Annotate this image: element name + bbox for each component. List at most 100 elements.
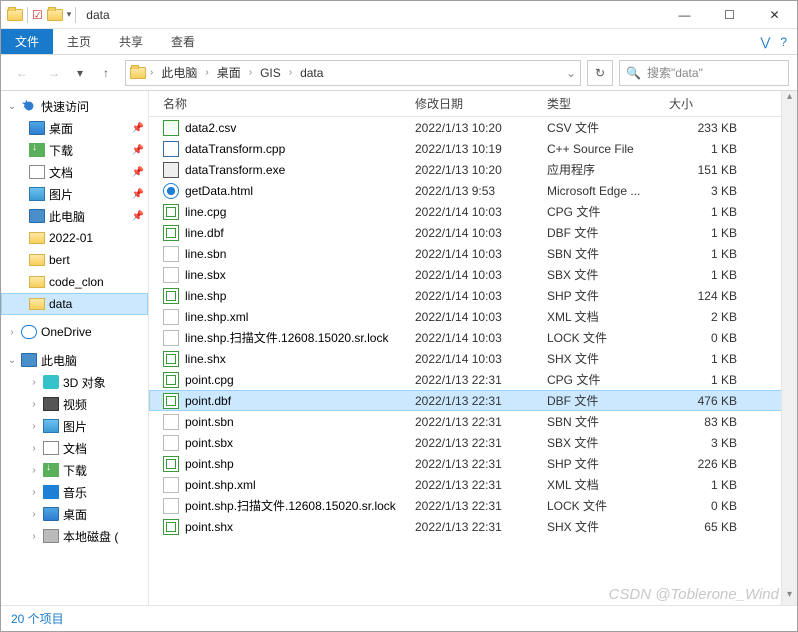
sidebar-item[interactable]: 2022-01 — [1, 227, 148, 249]
file-row[interactable]: point.shp 2022/1/13 22:31 SHP 文件 226 KB — [149, 453, 797, 474]
chevron-right-icon[interactable]: › — [29, 377, 39, 388]
file-row[interactable]: dataTransform.cpp 2022/1/13 10:19 C++ So… — [149, 138, 797, 159]
file-row[interactable]: line.shp.xml 2022/1/14 10:03 XML 文档 2 KB — [149, 306, 797, 327]
address-bar[interactable]: › 此电脑 › 桌面 › GIS › data ⌄ — [125, 60, 581, 86]
file-row[interactable]: point.shp.扫描文件.12608.15020.sr.lock 2022/… — [149, 495, 797, 516]
breadcrumb-item[interactable]: data — [296, 64, 327, 82]
file-row[interactable]: point.cpg 2022/1/13 22:31 CPG 文件 1 KB — [149, 369, 797, 390]
file-row[interactable]: line.sbn 2022/1/14 10:03 SBN 文件 1 KB — [149, 243, 797, 264]
breadcrumb-item[interactable]: GIS — [256, 64, 285, 82]
column-size[interactable]: 大小 — [663, 95, 743, 112]
scroll-down-icon[interactable]: ▾ — [782, 589, 797, 605]
item-icon — [43, 485, 59, 499]
maximize-button[interactable]: ☐ — [707, 1, 752, 29]
chevron-right-icon[interactable]: › — [29, 509, 39, 520]
file-row[interactable]: dataTransform.exe 2022/1/13 10:20 应用程序 1… — [149, 159, 797, 180]
file-date: 2022/1/13 10:20 — [409, 163, 541, 177]
chevron-right-icon[interactable]: › — [29, 421, 39, 432]
chevron-right-icon[interactable]: › — [247, 67, 254, 78]
sidebar-item[interactable]: ›视频 — [1, 393, 148, 415]
file-date: 2022/1/13 22:31 — [409, 415, 541, 429]
tab-share[interactable]: 共享 — [105, 29, 157, 54]
file-row[interactable]: point.shp.xml 2022/1/13 22:31 XML 文档 1 K… — [149, 474, 797, 495]
file-row[interactable]: point.shx 2022/1/13 22:31 SHX 文件 65 KB — [149, 516, 797, 537]
file-size: 1 KB — [663, 478, 743, 492]
tab-home[interactable]: 主页 — [53, 29, 105, 54]
chevron-right-icon[interactable]: › — [29, 443, 39, 454]
file-type: LOCK 文件 — [541, 497, 663, 514]
file-row[interactable]: line.shx 2022/1/14 10:03 SHX 文件 1 KB — [149, 348, 797, 369]
sidebar-item[interactable]: ›下载 — [1, 459, 148, 481]
file-icon — [163, 456, 179, 472]
sidebar-item[interactable]: ›3D 对象 — [1, 371, 148, 393]
file-date: 2022/1/13 22:31 — [409, 394, 541, 408]
help-icon[interactable]: ? — [780, 35, 787, 49]
refresh-button[interactable]: ↻ — [587, 60, 613, 86]
sidebar-item[interactable]: ›图片 — [1, 415, 148, 437]
close-button[interactable]: ✕ — [752, 1, 797, 29]
chevron-down-icon[interactable]: ⌄ — [7, 101, 17, 112]
sidebar-item[interactable]: 此电脑📌 — [1, 205, 148, 227]
file-row[interactable]: point.dbf 2022/1/13 22:31 DBF 文件 476 KB — [149, 390, 797, 411]
file-list[interactable]: data2.csv 2022/1/13 10:20 CSV 文件 233 KB … — [149, 117, 797, 605]
scroll-up-icon[interactable]: ▴ — [782, 91, 797, 107]
file-icon — [163, 120, 179, 136]
chevron-right-icon[interactable]: › — [29, 399, 39, 410]
file-name: line.cpg — [185, 205, 226, 219]
nav-back-button[interactable]: ← — [9, 61, 35, 85]
file-row[interactable]: data2.csv 2022/1/13 10:20 CSV 文件 233 KB — [149, 117, 797, 138]
sidebar-item[interactable]: ›桌面 — [1, 503, 148, 525]
qat-folder-icon[interactable] — [47, 9, 63, 21]
column-date[interactable]: 修改日期 — [409, 95, 541, 112]
sidebar-onedrive[interactable]: › OneDrive — [1, 321, 148, 343]
scrollbar[interactable]: ▴ ▾ — [781, 91, 797, 605]
file-row[interactable]: point.sbn 2022/1/13 22:31 SBN 文件 83 KB — [149, 411, 797, 432]
pin-icon: 📌 — [132, 189, 144, 200]
chevron-right-icon[interactable]: › — [7, 327, 17, 338]
file-row[interactable]: line.cpg 2022/1/14 10:03 CPG 文件 1 KB — [149, 201, 797, 222]
chevron-right-icon[interactable]: › — [29, 465, 39, 476]
nav-up-button[interactable]: ↑ — [93, 61, 119, 85]
chevron-right-icon[interactable]: › — [203, 67, 210, 78]
file-type: CPG 文件 — [541, 371, 663, 388]
search-input[interactable]: 🔍 搜索"data" — [619, 60, 789, 86]
tab-file[interactable]: 文件 — [1, 29, 53, 54]
sidebar-item[interactable]: 图片📌 — [1, 183, 148, 205]
file-row[interactable]: line.shp.扫描文件.12608.15020.sr.lock 2022/1… — [149, 327, 797, 348]
nav-recent-dropdown[interactable]: ▾ — [73, 61, 87, 85]
sidebar-item-label: 2022-01 — [49, 231, 93, 245]
breadcrumb-item[interactable]: 桌面 — [213, 62, 245, 83]
chevron-down-icon[interactable]: ⌄ — [7, 355, 17, 366]
sidebar-item[interactable]: 下载📌 — [1, 139, 148, 161]
sidebar-quick-access[interactable]: ⌄ 快速访问 — [1, 95, 148, 117]
tab-view[interactable]: 查看 — [157, 29, 209, 54]
column-name[interactable]: 名称 — [157, 95, 409, 112]
chevron-right-icon[interactable]: › — [148, 67, 155, 78]
nav-forward-button[interactable]: → — [41, 61, 67, 85]
qat-dropdown-icon[interactable]: ▾ — [67, 9, 72, 20]
sidebar-item[interactable]: ›文档 — [1, 437, 148, 459]
sidebar-item[interactable]: data — [1, 293, 148, 315]
chevron-right-icon[interactable]: › — [29, 531, 39, 542]
file-row[interactable]: line.dbf 2022/1/14 10:03 DBF 文件 1 KB — [149, 222, 797, 243]
ribbon-expand-icon[interactable]: ⋁ — [760, 35, 770, 49]
sidebar-item[interactable]: ›本地磁盘 ( — [1, 525, 148, 547]
sidebar-item[interactable]: 文档📌 — [1, 161, 148, 183]
column-type[interactable]: 类型 — [541, 95, 663, 112]
qat-checkbox-icon[interactable]: ☑ — [32, 8, 43, 22]
minimize-button[interactable]: — — [662, 1, 707, 29]
file-row[interactable]: line.sbx 2022/1/14 10:03 SBX 文件 1 KB — [149, 264, 797, 285]
chevron-right-icon[interactable]: › — [287, 67, 294, 78]
sidebar-item[interactable]: bert — [1, 249, 148, 271]
breadcrumb-item[interactable]: 此电脑 — [157, 62, 201, 83]
sidebar-item[interactable]: code_clon — [1, 271, 148, 293]
sidebar-this-pc[interactable]: ⌄ 此电脑 — [1, 349, 148, 371]
sidebar-item[interactable]: 桌面📌 — [1, 117, 148, 139]
chevron-right-icon[interactable]: › — [29, 487, 39, 498]
file-row[interactable]: getData.html 2022/1/13 9:53 Microsoft Ed… — [149, 180, 797, 201]
file-row[interactable]: point.sbx 2022/1/13 22:31 SBX 文件 3 KB — [149, 432, 797, 453]
file-row[interactable]: line.shp 2022/1/14 10:03 SHP 文件 124 KB — [149, 285, 797, 306]
address-dropdown-icon[interactable]: ⌄ — [566, 66, 576, 80]
sidebar-item[interactable]: ›音乐 — [1, 481, 148, 503]
file-size: 2 KB — [663, 310, 743, 324]
